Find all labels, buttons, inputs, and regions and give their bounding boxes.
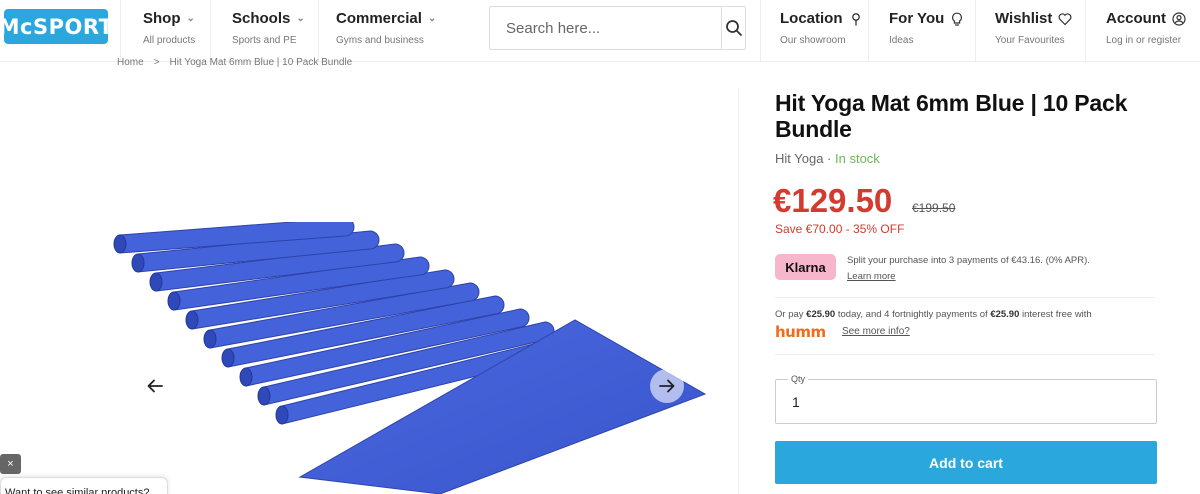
humm-amount: €25.90 xyxy=(990,309,1020,320)
search-input[interactable] xyxy=(490,7,721,49)
breadcrumb-current: Hit Yoga Mat 6mm Blue | 10 Pack Bundle xyxy=(169,57,353,68)
nav-wishlist[interactable]: Wishlist Your Favourites xyxy=(995,10,1072,46)
chevron-down-icon: ⌄ xyxy=(186,13,195,24)
divider xyxy=(318,0,319,62)
breadcrumb-home[interactable]: Home xyxy=(117,57,144,68)
divider xyxy=(775,354,1155,355)
divider xyxy=(120,0,121,62)
humm-text: today, and 4 fortnightly payments of xyxy=(835,309,991,320)
quantity-label: Qty xyxy=(788,374,809,384)
brand-stock-line: Hit Yoga · In stock xyxy=(775,151,880,166)
pin-icon xyxy=(851,12,860,25)
klarna-text: Split your purchase into 3 payments of €… xyxy=(847,255,1090,266)
divider xyxy=(975,0,976,62)
nav-commercial[interactable]: Commercial ⌄ Gyms and business xyxy=(336,10,436,46)
user-icon xyxy=(1172,11,1186,26)
stock-status: In stock xyxy=(835,151,880,166)
site-header: McSPORT Shop ⌄ All products Schools ⌄ Spor… xyxy=(0,0,1200,62)
chevron-down-icon: ⌄ xyxy=(427,13,437,24)
nav-wishlist-label: Wishlist xyxy=(995,10,1053,27)
humm-logo: humm xyxy=(775,323,826,341)
humm-see-more-link[interactable]: See more info? xyxy=(842,326,910,337)
savings-text: Save €70.00 - 35% OFF xyxy=(775,222,905,236)
nav-commercial-sub: Gyms and business xyxy=(336,35,424,46)
mcsport-logo[interactable]: McSPORT xyxy=(0,9,113,44)
mat-roll-end xyxy=(257,386,271,406)
product-title: Hit Yoga Mat 6mm Blue | 10 Pack Bundle xyxy=(775,90,1128,142)
mat-roll-end xyxy=(221,348,235,368)
divider xyxy=(210,0,211,62)
arrow-left-icon xyxy=(147,379,163,393)
similar-products-popup[interactable]: Want to see similar products? xyxy=(0,477,168,494)
humm-text: interest free with xyxy=(1019,309,1092,320)
klarna-logo: Klarna xyxy=(775,254,836,280)
klarna-logo-text: Klarna xyxy=(785,259,826,275)
previous-image-button[interactable] xyxy=(138,369,172,403)
nav-shop[interactable]: Shop ⌄ All products xyxy=(143,10,195,46)
mat-roll-end xyxy=(131,253,145,273)
humm-logo-text: humm xyxy=(775,323,826,341)
nav-account-sub: Log in or register xyxy=(1106,35,1182,46)
nav-wishlist-sub: Your Favourites xyxy=(995,35,1065,46)
nav-shop-sub: All products xyxy=(143,35,196,46)
mat-roll-end xyxy=(185,310,199,330)
old-price: €199.50 xyxy=(912,201,956,215)
search-bar xyxy=(489,6,746,50)
nav-for-you[interactable]: For You Ideas xyxy=(889,10,964,46)
mat-roll-end xyxy=(149,272,163,292)
mat-roll-end xyxy=(167,291,181,311)
klarna-learn-more-link[interactable]: Learn more xyxy=(847,269,1147,285)
close-popup-button[interactable]: × xyxy=(0,454,21,474)
divider xyxy=(1085,0,1086,62)
mat-roll-end xyxy=(239,367,253,387)
nav-account[interactable]: Account Log in or register xyxy=(1106,10,1186,46)
divider xyxy=(760,0,761,62)
nav-commercial-label: Commercial xyxy=(336,10,422,27)
nav-schools-label: Schools xyxy=(232,10,291,27)
quantity-input[interactable] xyxy=(792,394,1132,410)
current-price: €129.50 xyxy=(773,182,893,219)
humm-text: Or pay xyxy=(775,309,807,320)
mat-roll-end xyxy=(275,405,289,425)
nav-account-label: Account xyxy=(1106,10,1166,27)
heart-icon xyxy=(1058,12,1072,25)
nav-schools[interactable]: Schools ⌄ Sports and PE xyxy=(232,10,305,46)
humm-amount: €25.90 xyxy=(806,309,836,320)
humm-info: Or pay €25.90 today, and 4 fortnightly p… xyxy=(775,309,1155,320)
stock-separator: · xyxy=(823,151,835,166)
breadcrumb-separator: > xyxy=(153,57,160,68)
nav-for-you-label: For You xyxy=(889,10,945,27)
lightbulb-icon xyxy=(952,12,963,26)
mat-roll-end xyxy=(113,234,127,254)
search-button[interactable] xyxy=(721,7,745,49)
logo-text: McSPORT xyxy=(0,14,114,39)
arrow-right-icon xyxy=(659,379,675,393)
next-image-button[interactable] xyxy=(650,369,684,403)
nav-location-sub: Our showroom xyxy=(780,35,846,46)
klarna-info: Split your purchase into 3 payments of €… xyxy=(847,253,1147,285)
divider xyxy=(738,88,739,494)
nav-location[interactable]: Location Our showroom xyxy=(780,10,863,46)
add-to-cart-button[interactable]: Add to cart xyxy=(775,441,1157,484)
divider xyxy=(868,0,869,62)
nav-location-label: Location xyxy=(780,10,843,27)
product-image xyxy=(113,222,707,494)
nav-shop-label: Shop xyxy=(143,10,181,27)
mat-roll-end xyxy=(203,329,217,349)
chevron-down-icon: ⌄ xyxy=(296,13,305,24)
nav-for-you-sub: Ideas xyxy=(889,35,914,46)
divider xyxy=(775,297,1155,298)
breadcrumb: Home > Hit Yoga Mat 6mm Blue | 10 Pack B… xyxy=(117,57,352,68)
nav-schools-sub: Sports and PE xyxy=(232,35,297,46)
brand-link[interactable]: Hit Yoga xyxy=(775,151,823,166)
search-icon xyxy=(725,20,742,36)
